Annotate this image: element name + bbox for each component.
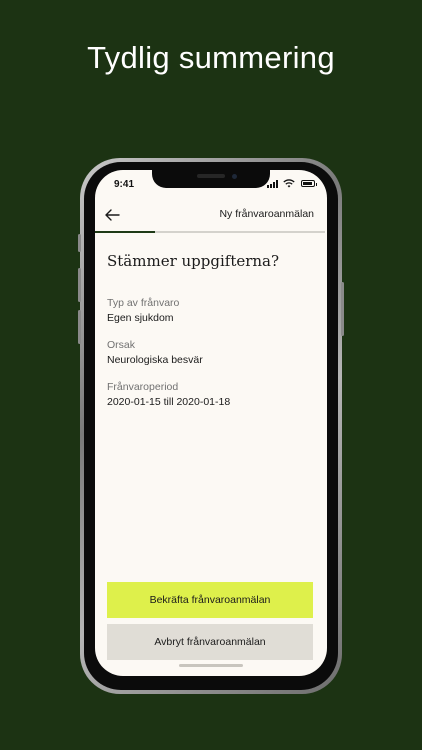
phone-side-button: [78, 234, 81, 252]
field-label: Frånvaroperiod: [107, 381, 179, 393]
phone-volume-down-button: [78, 310, 81, 344]
phone-volume-up-button: [78, 268, 81, 302]
nav-bar: Ny frånvaroanmälan: [95, 202, 327, 232]
field-label: Orsak: [107, 339, 136, 351]
phone-power-button: [341, 282, 344, 336]
field-reason: Orsak Neurologiska besvär: [107, 338, 203, 367]
wifi-icon: [283, 179, 295, 188]
home-indicator: [179, 664, 243, 667]
nav-title: Ny frånvaroanmälan: [219, 208, 314, 220]
page-heading: Stämmer uppgifterna?: [107, 252, 280, 270]
confirm-button[interactable]: Bekräfta frånvaroanmälan: [107, 582, 313, 618]
cancel-button[interactable]: Avbryt frånvaroanmälan: [107, 624, 313, 660]
signal-icon: [267, 180, 279, 188]
phone-screen: 9:41 Ny frånvaroanmälan Stämmer uppgifte…: [95, 170, 327, 676]
progress-bar: [95, 231, 325, 233]
status-time: 9:41: [114, 179, 135, 190]
front-camera: [232, 174, 237, 179]
field-label: Typ av frånvaro: [107, 297, 180, 309]
field-absence-type: Typ av frånvaro Egen sjukdom: [107, 296, 179, 325]
arrow-left-icon[interactable]: [103, 208, 121, 222]
field-value: Neurologiska besvär: [107, 354, 203, 366]
notch: [152, 170, 270, 188]
field-value: Egen sjukdom: [107, 312, 174, 324]
battery-icon: [301, 180, 317, 187]
headline: Tydlig summering: [87, 40, 335, 75]
progress-bar-fill: [95, 231, 155, 233]
speaker-grille: [197, 174, 225, 178]
field-value: 2020-01-15 till 2020-01-18: [107, 396, 231, 408]
field-absence-period: Frånvaroperiod 2020-01-15 till 2020-01-1…: [107, 380, 230, 409]
